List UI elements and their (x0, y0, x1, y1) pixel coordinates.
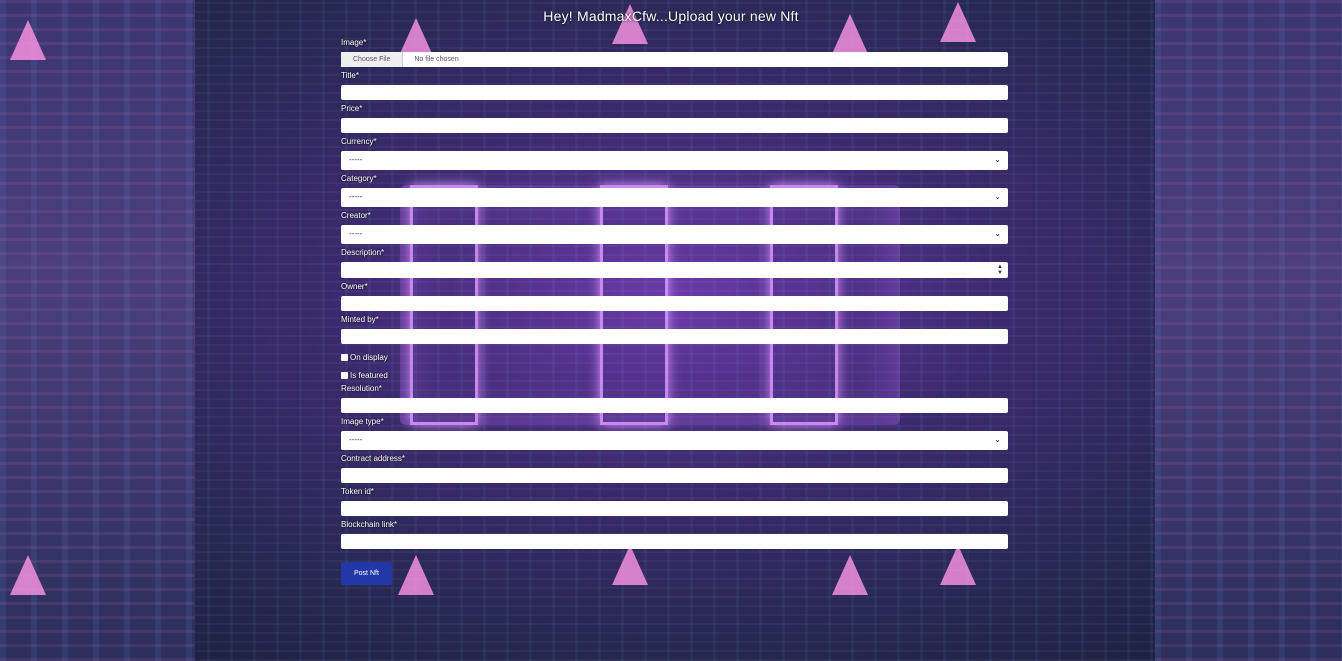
image-file-input[interactable]: Choose File No file chosen (341, 52, 1008, 67)
resolution-field: Resolution* (341, 384, 1008, 413)
spinner-arrows-icon[interactable]: ▲ ▼ (996, 264, 1004, 276)
category-label: Category* (341, 174, 377, 183)
owner-input[interactable] (341, 296, 1008, 311)
page-title: Hey! MadmaxCfw...Upload your new Nft (543, 8, 799, 24)
category-select[interactable]: ----- ⌄ (341, 188, 1008, 207)
is-featured-checkbox[interactable] (341, 371, 348, 379)
creator-field: Creator* ----- ⌄ (341, 211, 1008, 244)
on-display-checkbox-row[interactable]: On display (341, 348, 1008, 366)
owner-field: Owner* (341, 282, 1008, 311)
creator-label: Creator* (341, 211, 371, 220)
image-type-selected-value: ----- (349, 435, 363, 444)
crystal-decoration (10, 20, 46, 60)
token-id-input[interactable] (341, 501, 1008, 516)
currency-label: Currency* (341, 137, 377, 146)
background-right-panel (1155, 0, 1342, 661)
blockchain-link-field: Blockchain link* (341, 520, 1008, 549)
minted-by-input[interactable] (341, 329, 1008, 344)
file-status: No file chosen (414, 56, 459, 63)
image-type-select[interactable]: ----- ⌄ (341, 431, 1008, 450)
chevron-down-icon: ⌄ (994, 229, 1001, 238)
image-type-label: Image type* (341, 417, 384, 426)
category-selected-value: ----- (349, 192, 363, 201)
resolution-input[interactable] (341, 398, 1008, 413)
on-display-label: On display (350, 352, 388, 362)
currency-selected-value: ----- (349, 155, 363, 164)
description-field: Description* ▲ ▼ (341, 248, 1008, 278)
currency-field: Currency* ----- ⌄ (341, 137, 1008, 170)
price-input[interactable] (341, 118, 1008, 133)
chevron-down-icon: ⌄ (994, 192, 1001, 201)
image-type-field: Image type* ----- ⌄ (341, 417, 1008, 450)
blockchain-link-input[interactable] (341, 534, 1008, 549)
creator-select[interactable]: ----- ⌄ (341, 225, 1008, 244)
token-id-label: Token id* (341, 487, 374, 496)
choose-file-button[interactable]: Choose File (341, 52, 404, 67)
price-field: Price* (341, 104, 1008, 133)
is-featured-label: Is featured (350, 370, 388, 380)
blockchain-link-label: Blockchain link* (341, 520, 398, 529)
price-label: Price* (341, 104, 363, 113)
image-label: Image* (341, 38, 367, 47)
resolution-label: Resolution* (341, 384, 382, 393)
description-label: Description* (341, 248, 385, 257)
contract-address-field: Contract address* (341, 454, 1008, 483)
contract-address-input[interactable] (341, 468, 1008, 483)
is-featured-checkbox-row[interactable]: Is featured (341, 366, 1008, 384)
crystal-decoration (10, 555, 46, 595)
chevron-down-icon: ⌄ (994, 155, 1001, 164)
minted-by-field: Minted by* (341, 315, 1008, 344)
owner-label: Owner* (341, 282, 368, 291)
image-field: Image* Choose File No file chosen (341, 38, 1008, 67)
creator-selected-value: ----- (349, 229, 363, 238)
token-id-field: Token id* (341, 487, 1008, 516)
category-field: Category* ----- ⌄ (341, 174, 1008, 207)
chevron-down-icon: ⌄ (994, 435, 1001, 444)
description-textarea[interactable]: ▲ ▼ (341, 262, 1008, 278)
minted-by-label: Minted by* (341, 315, 379, 324)
title-label: Title* (341, 71, 359, 80)
post-nft-button[interactable]: Post Nft (341, 562, 392, 585)
title-field: Title* (341, 71, 1008, 100)
on-display-checkbox[interactable] (341, 353, 348, 361)
title-input[interactable] (341, 85, 1008, 100)
currency-select[interactable]: ----- ⌄ (341, 151, 1008, 170)
upload-nft-form: Image* Choose File No file chosen Title*… (341, 38, 1008, 585)
contract-address-label: Contract address* (341, 454, 406, 463)
